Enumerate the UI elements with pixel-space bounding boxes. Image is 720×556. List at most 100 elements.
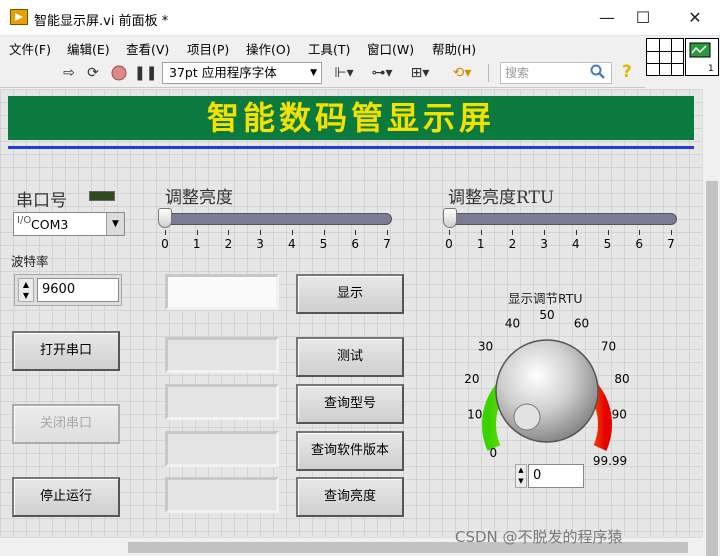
knob-scale-label: 0 [489, 446, 497, 460]
knob-body [495, 339, 599, 443]
connector-pane[interactable] [646, 38, 684, 76]
divider-line [8, 146, 694, 149]
font-selector[interactable]: 37pt 应用程序字体 ▼ [162, 62, 322, 84]
abort-icon[interactable] [110, 64, 128, 82]
slider2-tick-label: 3 [540, 237, 548, 251]
slider1-tick [165, 230, 166, 235]
slider2-tick [544, 230, 546, 235]
model-string-indicator [165, 384, 279, 420]
brightness-rtu-slider-thumb[interactable] [443, 208, 457, 228]
version-string-indicator [165, 431, 279, 467]
slider2-tick-label: 5 [603, 237, 612, 251]
knob-scale-label: 30 [478, 339, 493, 353]
menu-view[interactable]: 查看(V) [126, 39, 169, 58]
search-icon[interactable] [590, 64, 606, 80]
brightness-slider-thumb[interactable] [158, 208, 172, 228]
slider1-tick [260, 230, 262, 235]
slider1-tick [196, 230, 198, 235]
pause-icon[interactable]: ❚❚ [134, 64, 157, 82]
io-radix: I/O [17, 215, 32, 226]
brightness-string-indicator [165, 477, 279, 513]
slider2-tick-label: 6 [635, 237, 643, 251]
close-port-button[interactable]: 关闭串口 [12, 404, 120, 444]
brightness-rtu-label: 调整亮度RTU [448, 188, 555, 208]
reorder-icon[interactable]: ⟲▾ [448, 64, 476, 82]
slider2-tick-label: 2 [508, 237, 517, 251]
slider1-tick [323, 230, 325, 235]
chevron-down-icon: ▼ [310, 68, 317, 78]
slider1-tick-label: 6 [351, 237, 359, 251]
toolbar-separator [488, 64, 489, 82]
serial-port-label: 串口号 [16, 191, 67, 211]
menu-project[interactable]: 项目(P) [187, 39, 229, 58]
maximize-button[interactable]: ☐ [620, 0, 666, 36]
brightness-slider-track[interactable] [161, 213, 392, 225]
knob-pointer [513, 403, 541, 431]
knob-value-input[interactable]: 0 [528, 464, 584, 488]
title-bar: 智能显示屏.vi 前面板 * — ☐ ✕ [0, 0, 720, 36]
query-model-button[interactable]: 查询型号 [296, 384, 404, 424]
slider1-tick-label: 7 [383, 237, 391, 251]
knob-scale-label: 80 [614, 372, 629, 386]
test-string-indicator [165, 337, 279, 373]
brightness-rtu-slider-track[interactable] [444, 213, 677, 225]
labview-vi-icon [10, 9, 28, 25]
slider2-tick [607, 230, 609, 235]
brightness-label: 调整亮度 [165, 188, 233, 208]
vi-icon[interactable]: 1 [685, 38, 719, 76]
increment-decrement-icon[interactable]: ▲ ▼ [18, 278, 34, 302]
vertical-scrollbar[interactable] [702, 89, 720, 556]
help-icon[interactable]: ? [622, 62, 632, 82]
query-version-button[interactable]: 查询软件版本 [296, 431, 404, 471]
knob-scale-label: 60 [574, 316, 589, 330]
slider2-tick [512, 230, 514, 235]
serial-port-select[interactable]: I/O COM3 ▼ [13, 212, 125, 236]
slider2-tick [639, 230, 641, 235]
menu-edit[interactable]: 编辑(E) [67, 39, 110, 58]
run-arrow-icon[interactable]: ⇨ [60, 64, 78, 82]
slider2-tick [449, 230, 450, 235]
svg-text:1: 1 [708, 64, 714, 74]
query-brightness-button[interactable]: 查询亮度 [296, 477, 404, 517]
slider2-tick-label: 1 [476, 237, 485, 251]
menu-window[interactable]: 窗口(W) [367, 39, 414, 58]
knob[interactable]: 0 10 20 30 40 50 60 70 80 90 99.99 [462, 300, 642, 470]
watermark: CSDN @不脱发的程序猿 [455, 528, 623, 546]
slider1-tick-label: 1 [192, 237, 201, 251]
slider1-tick-label: 5 [319, 237, 328, 251]
slider1-tick-label: 0 [161, 237, 169, 251]
menu-operate[interactable]: 操作(O) [246, 39, 291, 58]
increment-decrement-icon[interactable]: ▲ ▼ [515, 464, 527, 488]
window-title: 智能显示屏.vi 前面板 * [34, 14, 169, 29]
slider1-tick [228, 230, 230, 235]
knob-scale-label: 40 [505, 316, 520, 330]
resize-icon[interactable]: ⊞▾ [408, 64, 432, 82]
stop-button[interactable]: 停止运行 [12, 477, 120, 517]
menu-bar: 文件(F) 编辑(E) 查看(V) 项目(P) 操作(O) 工具(T) 窗口(W… [0, 36, 645, 58]
show-button[interactable]: 显示 [296, 274, 404, 314]
knob-scale-label: 70 [601, 339, 616, 353]
menu-file[interactable]: 文件(F) [9, 39, 51, 58]
slider1-tick [355, 230, 357, 235]
scroll-thumb[interactable] [706, 181, 718, 556]
close-button[interactable]: ✕ [672, 0, 718, 36]
distribute-icon[interactable]: ⊶▾ [370, 64, 394, 82]
toolbar: ⇨ ⟳ ❚❚ 37pt 应用程序字体 ▼ ⊩▾ ⊶▾ ⊞▾ ⟲▾ 搜索 ? [0, 58, 645, 88]
run-continuously-icon[interactable]: ⟳ [84, 64, 102, 82]
slider2-tick-label: 4 [571, 237, 580, 251]
test-button[interactable]: 测试 [296, 337, 404, 377]
menu-tools[interactable]: 工具(T) [308, 39, 350, 58]
status-led [89, 191, 115, 201]
open-port-button[interactable]: 打开串口 [12, 331, 120, 371]
menu-help[interactable]: 帮助(H) [432, 39, 476, 58]
align-icon[interactable]: ⊩▾ [332, 64, 356, 82]
slider1-tick-label: 3 [256, 237, 264, 251]
slider2-tick-label: 0 [445, 237, 453, 251]
title-banner: 智能数码管显示屏 [8, 96, 694, 140]
knob-scale-label: 99.99 [593, 454, 627, 468]
display-string-input[interactable] [165, 274, 279, 310]
baud-rate-label: 波特率 [11, 254, 49, 269]
chevron-down-icon[interactable]: ▼ [106, 213, 124, 235]
baud-rate-input[interactable]: 9600 [37, 278, 119, 302]
knob-scale-label: 20 [464, 372, 479, 386]
